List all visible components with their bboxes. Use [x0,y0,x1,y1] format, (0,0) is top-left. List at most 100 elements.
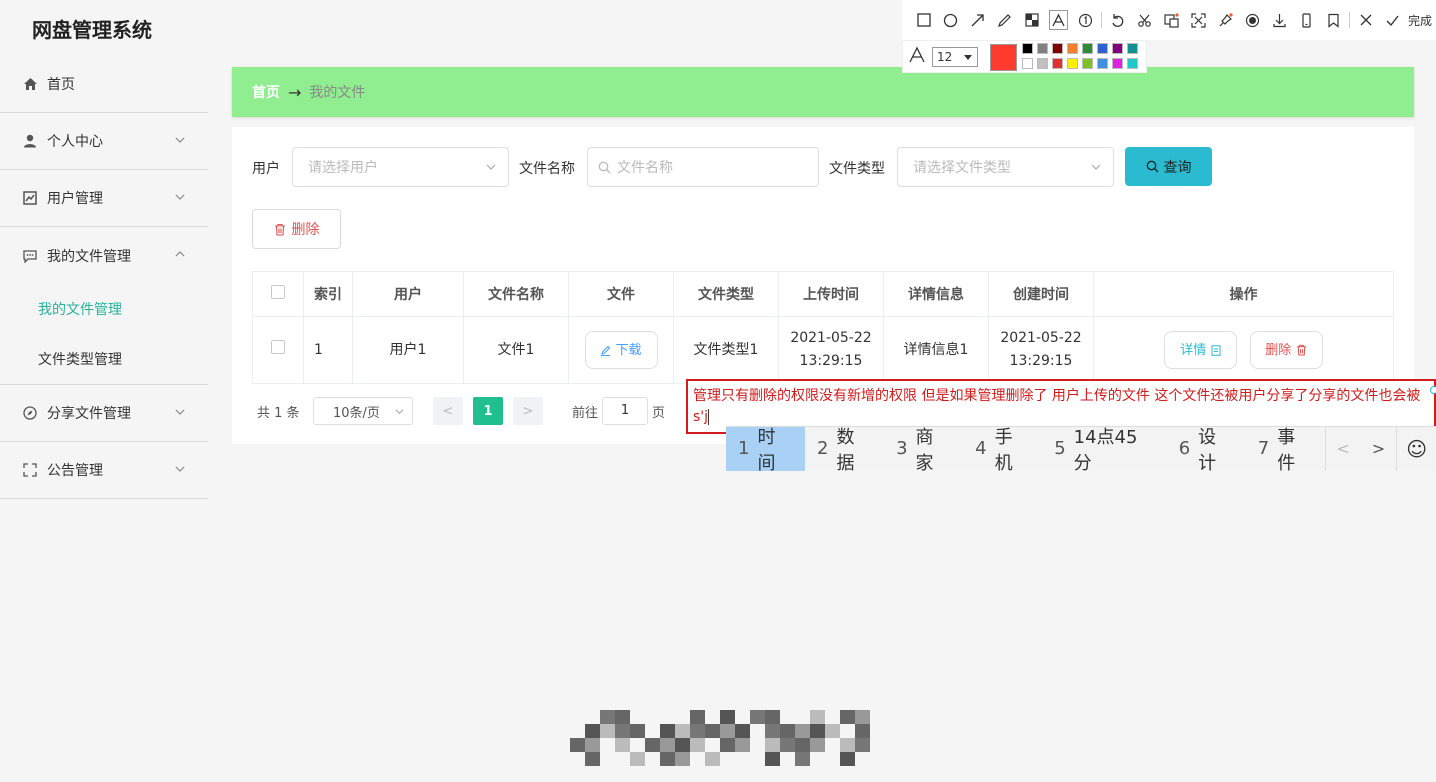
annotation-toolbar: 完成 [902,0,1436,40]
mosaic-block [795,752,810,766]
row-delete-button[interactable]: 删除 [1249,331,1323,369]
number-tool-icon[interactable] [1072,6,1099,34]
arrow-tool-icon[interactable] [964,6,991,34]
mosaic-block [855,738,870,752]
sidebar-item-my-files[interactable]: 我的文件管理 [0,227,208,284]
cell-upload-time: 2021-05-22 13:29:15 [778,316,884,384]
check-icon[interactable] [1379,6,1406,34]
header-filename: 文件名称 [463,271,569,317]
color-swatch[interactable] [1037,43,1048,54]
color-swatch[interactable] [1022,43,1033,54]
mosaic-block [780,724,795,738]
text-tool-icon[interactable] [1045,6,1072,34]
ime-candidate-number: 7 [1257,438,1270,459]
color-swatch[interactable] [1127,58,1138,69]
ime-candidate[interactable]: 2 数据 [805,427,884,474]
color-swatch[interactable] [1127,43,1138,54]
sidebar-item-announcements[interactable]: 公告管理 [0,442,208,499]
mosaic-block [840,752,855,766]
annotation-style-panel: 12 [902,40,1147,73]
cell-index: 1 [303,316,353,384]
done-button[interactable]: 完成 [1408,12,1432,29]
mosaic-block [585,738,600,752]
mosaic-block [855,710,870,724]
expand-icon[interactable] [1185,6,1212,34]
sidebar-item-shared-files[interactable]: 分享文件管理 [0,385,208,442]
download-button[interactable]: 下载 [584,331,658,369]
color-swatch[interactable] [1067,58,1078,69]
record-icon[interactable] [1239,6,1266,34]
next-page-button[interactable]: > [513,397,543,425]
filetype-select[interactable]: 请选择文件类型 [897,147,1114,187]
ime-candidate[interactable]: 4 手机 [963,427,1042,474]
ellipse-tool-icon[interactable] [937,6,964,34]
emoji-icon[interactable]: ☺ [1396,426,1436,471]
user-select[interactable]: 请选择用户 [292,147,509,187]
header-select-all[interactable] [252,271,304,317]
sidebar-item-home[interactable]: 首页 [0,56,208,113]
color-swatch[interactable] [1097,43,1108,54]
cut-icon[interactable] [1131,6,1158,34]
ime-candidate[interactable]: 7 事件 [1246,427,1325,474]
font-size-value: 12 [937,50,953,64]
color-swatch[interactable] [1082,58,1093,69]
filename-filter-label: 文件名称 [519,161,575,177]
header-file: 文件 [568,271,674,317]
sidebar-item-user-management[interactable]: 用户管理 [0,170,208,227]
color-swatch[interactable] [1052,58,1063,69]
color-swatch[interactable] [1112,43,1123,54]
mobile-icon[interactable] [1293,6,1320,34]
ime-candidate[interactable]: 1 时间 [726,426,806,474]
sidebar-item-personal-center[interactable]: 个人中心 [0,113,208,170]
page-size-select[interactable]: 10条/页 [313,397,413,425]
header-upload-time: 上传时间 [778,271,884,317]
ime-prev-button[interactable]: < [1324,426,1361,471]
query-button[interactable]: 查询 [1125,147,1212,186]
color-swatch[interactable] [1022,58,1033,69]
color-swatch[interactable] [1097,58,1108,69]
goto-page-input[interactable]: 1 [602,397,648,425]
trash-icon [274,223,285,236]
bookmark-icon[interactable] [1320,6,1347,34]
text-cursor [708,409,710,425]
annotation-resize-handle[interactable] [1430,386,1436,394]
row-checkbox[interactable] [271,339,285,354]
ime-candidate-text: 数据 [836,426,855,474]
ime-candidate[interactable]: 5 14点45分 [1042,427,1167,474]
color-swatch[interactable] [1067,43,1078,54]
pin-icon[interactable] [1212,6,1239,34]
color-swatch[interactable] [1037,58,1048,69]
batch-delete-button[interactable]: 删除 [252,209,341,249]
download-icon[interactable] [1266,6,1293,34]
color-swatch[interactable] [1052,43,1063,54]
mosaic-tool-icon[interactable] [1018,6,1045,34]
page-number-current[interactable]: 1 [473,397,503,425]
ime-candidate[interactable]: 6 设计 [1167,427,1246,474]
detail-button[interactable]: 详情 [1164,331,1238,369]
color-swatch[interactable] [1082,43,1093,54]
font-size-select[interactable]: 12 [932,47,978,67]
filename-input[interactable]: 文件名称 [587,147,819,187]
chevron-down-icon [1091,164,1101,170]
mosaic-block [660,738,675,752]
mosaic-block [765,710,780,724]
prev-page-button[interactable]: < [433,397,463,425]
close-icon[interactable] [1352,6,1379,34]
select-all-checkbox[interactable] [271,285,285,299]
sidebar-subitem-file-types[interactable]: 文件类型管理 [0,334,208,384]
color-swatch[interactable] [1112,58,1123,69]
sidebar-subitem-my-files[interactable]: 我的文件管理 [0,284,208,334]
chevron-up-icon [175,251,185,257]
undo-icon[interactable] [1104,6,1131,34]
breadcrumb-home[interactable]: 首页 [252,82,280,102]
rectangle-tool-icon[interactable] [910,6,937,34]
ime-candidate[interactable]: 3 商家 [884,427,963,474]
files-table: 索引 用户 文件名称 文件 文件类型 上传时间 详情信息 创建时间 操作 1 用… [252,271,1394,384]
chevron-down-icon [395,409,404,415]
sidebar-item-label: 个人中心 [47,134,103,150]
current-color-swatch[interactable] [990,44,1017,71]
ime-next-button[interactable]: > [1361,427,1397,471]
message-icon [22,248,38,264]
pen-tool-icon[interactable] [991,6,1018,34]
ocr-icon[interactable] [1158,6,1185,34]
